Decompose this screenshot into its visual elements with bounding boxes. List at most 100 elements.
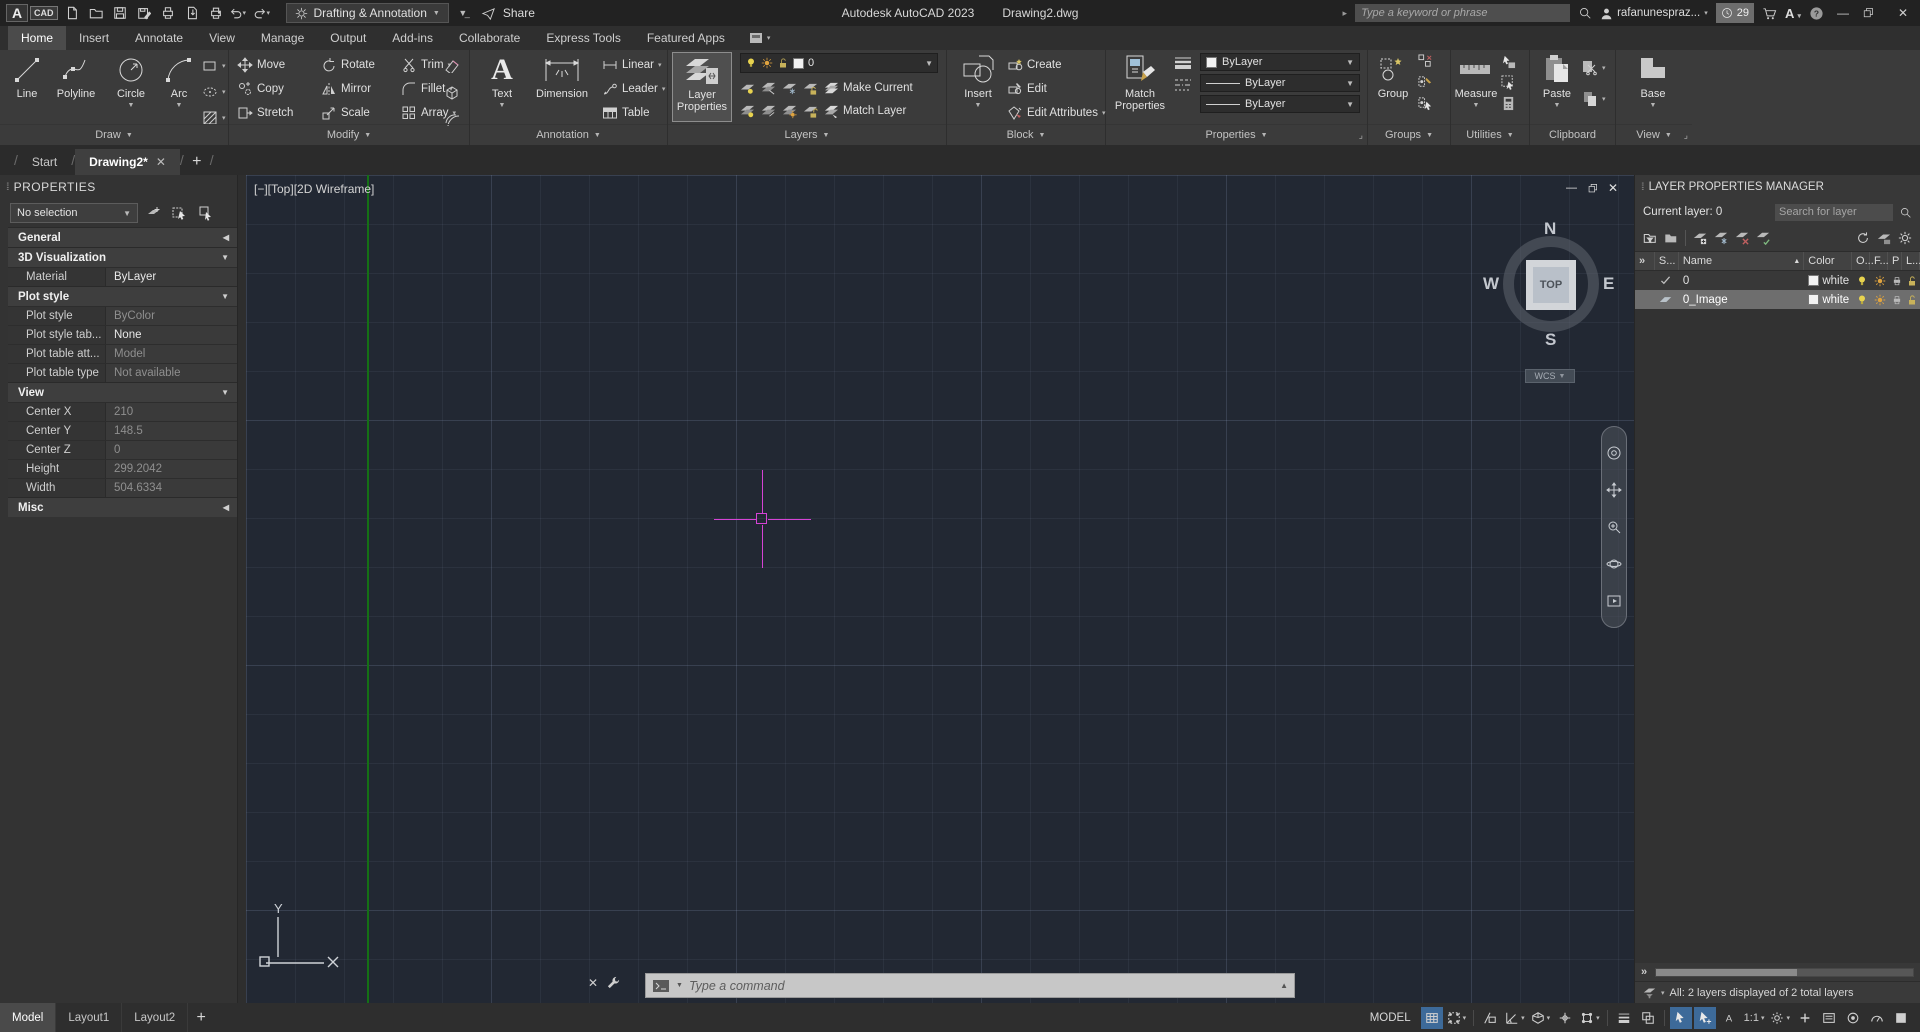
showmotion-button[interactable] [1606,593,1622,609]
match-layer-button[interactable]: Match Layer [824,100,906,123]
arc-caret-icon[interactable]: ▼ [176,100,183,112]
table-button[interactable]: Table [602,101,665,124]
rotate-button[interactable]: Rotate [321,53,375,76]
prop-value[interactable]: Model [105,345,237,363]
search-collapse-icon[interactable]: ▸ [1343,8,1348,19]
quick-properties-icon[interactable] [1818,1007,1840,1029]
layer-unisolate-button[interactable] [761,104,776,119]
lineweight-icon[interactable] [1613,1007,1635,1029]
copy-clip-button[interactable]: ▾ [1582,87,1606,110]
prop-section-general[interactable]: General◀ [8,227,237,247]
layer-freeze-icon[interactable] [1870,294,1888,306]
select-similar-button[interactable] [1501,75,1516,90]
match-properties-button[interactable]: Match Properties [1110,52,1170,112]
block-edit-button[interactable]: Edit [1007,77,1105,100]
layer-dropdown[interactable]: 0 ▼ [740,53,938,73]
measure-button[interactable]: Measure ▼ [1453,52,1499,112]
file-tab-drawing2[interactable]: Drawing2* ✕ [75,149,180,175]
ribbon-tab-manage[interactable]: Manage [248,26,317,50]
quick-calculator-button[interactable] [1501,96,1516,111]
app-store-cart-icon[interactable] [1762,6,1777,21]
prop-value[interactable]: ByColor [105,307,237,325]
command-input[interactable] [689,979,1274,993]
layer-lock-button[interactable] [803,81,818,96]
lpm-column-o[interactable]: O... [1852,252,1870,270]
line-button[interactable]: Line [6,52,48,100]
ellipse-button[interactable]: ▾ [202,80,226,103]
arc-button[interactable]: Arc ▼ [158,52,200,112]
prop-row-plot-style[interactable]: Plot styleByColor [8,306,237,325]
help-icon[interactable]: ? ▾ [1809,6,1824,21]
selection-cycling-icon[interactable] [1637,1007,1659,1029]
object-snap-tracking-icon[interactable] [1554,1007,1576,1029]
layer-search-input[interactable] [1775,204,1893,221]
toggle-pickadd-button[interactable] [144,203,164,223]
lineweight-dropdown[interactable]: ByLayer▼ [1200,74,1360,92]
layer-freeze-icon[interactable] [1870,275,1888,287]
ribbon-tab-view[interactable]: View [196,26,248,50]
ribbon-tab-annotate[interactable]: Annotate [122,26,196,50]
layer-color[interactable]: white [1804,275,1852,287]
prop-row-plot-table-type[interactable]: Plot table typeNot available [8,363,237,382]
layout-tab-layout2[interactable]: Layout2 [122,1003,188,1032]
command-expand-icon[interactable]: ▲ [1280,981,1288,990]
scale-button[interactable]: Scale [321,101,375,124]
panel-label-modify[interactable]: Modify▼ [229,124,469,145]
prop-section-plot-style[interactable]: Plot style▼ [8,286,237,306]
color-swatch[interactable] [1808,294,1819,305]
layer-thaw-button[interactable] [782,104,797,119]
isodraft-icon[interactable]: ▾ [1529,1007,1553,1029]
panel-label-clipboard[interactable]: Clipboard [1530,124,1615,145]
user-account-button[interactable]: rafanunespraz...▾ [1600,7,1708,20]
new-layer-frozen-icon[interactable] [1714,231,1728,245]
layer-isolate-button[interactable] [761,81,776,96]
viewcube-north[interactable]: N [1544,219,1556,239]
undo-icon[interactable]: ▾ [228,2,252,24]
plot-icon[interactable] [156,2,180,24]
prop-row-width[interactable]: Width504.6334 [8,478,237,497]
explode-button[interactable] [444,80,460,103]
layer-status-icon[interactable] [1655,293,1679,306]
prop-section-misc[interactable]: Misc◀ [8,497,237,517]
panel-label-draw[interactable]: Draw▼ [0,124,228,145]
prop-row-plot-style-tab-[interactable]: Plot style tab...None [8,325,237,344]
ribbon-tab-output[interactable]: Output [317,26,379,50]
lineweight-list-icon[interactable] [1174,56,1192,70]
leader-button[interactable]: Leader▾ [602,77,665,100]
workspace-selector[interactable]: Drafting & Annotation ▼ [286,3,449,23]
viewcube-west[interactable]: W [1483,274,1499,294]
prop-row-plot-table-att-[interactable]: Plot table att...Model [8,344,237,363]
autocad-logo-icon[interactable]: A [6,4,28,22]
model-space-button[interactable]: MODEL [1362,1012,1419,1024]
delete-layer-icon[interactable] [1735,231,1749,245]
edit-attributes-button[interactable]: Edit Attributes▾ [1007,101,1105,124]
redo-icon[interactable]: ▾ [252,2,276,24]
clean-screen-icon[interactable] [1890,1007,1912,1029]
refresh-icon[interactable] [1856,231,1870,245]
publish-icon[interactable] [180,2,204,24]
object-color-dropdown[interactable]: ByLayer▼ [1200,53,1360,71]
new-layout-button[interactable]: + [188,1003,214,1032]
layer-search-icon[interactable] [1899,206,1912,219]
panel-label-utilities[interactable]: Utilities▼ [1451,124,1529,145]
layer-row-0[interactable]: 0white [1635,271,1920,290]
pan-button[interactable] [1606,482,1622,498]
prop-value[interactable]: 0 [105,441,237,459]
stretch-button[interactable]: Stretch [237,101,293,124]
prop-value[interactable]: 504.6334 [105,479,237,497]
lpm-column-name[interactable]: Name ▲ [1679,252,1804,270]
prop-value[interactable]: None [105,326,237,344]
workspace-switching-icon[interactable]: ▾ [1768,1007,1792,1029]
prop-row-center-y[interactable]: Center Y148.5 [8,421,237,440]
group-selection-toggle[interactable] [1418,96,1433,111]
new-group-filter-icon[interactable] [1664,231,1678,245]
prop-section-3d-visualization[interactable]: 3D Visualization▼ [8,247,237,267]
rectangle-button[interactable]: ▾ [202,54,226,77]
circle-caret-icon[interactable]: ▼ [128,100,135,112]
quick-select-palette-button[interactable] [196,203,216,223]
panel-label-block[interactable]: Block▼ [947,124,1105,145]
color-swatch[interactable] [1808,275,1819,286]
lpm-column-p[interactable]: P [1888,252,1902,270]
close-button[interactable]: ✕ [1892,6,1914,20]
copy-button[interactable]: Copy [237,77,293,100]
